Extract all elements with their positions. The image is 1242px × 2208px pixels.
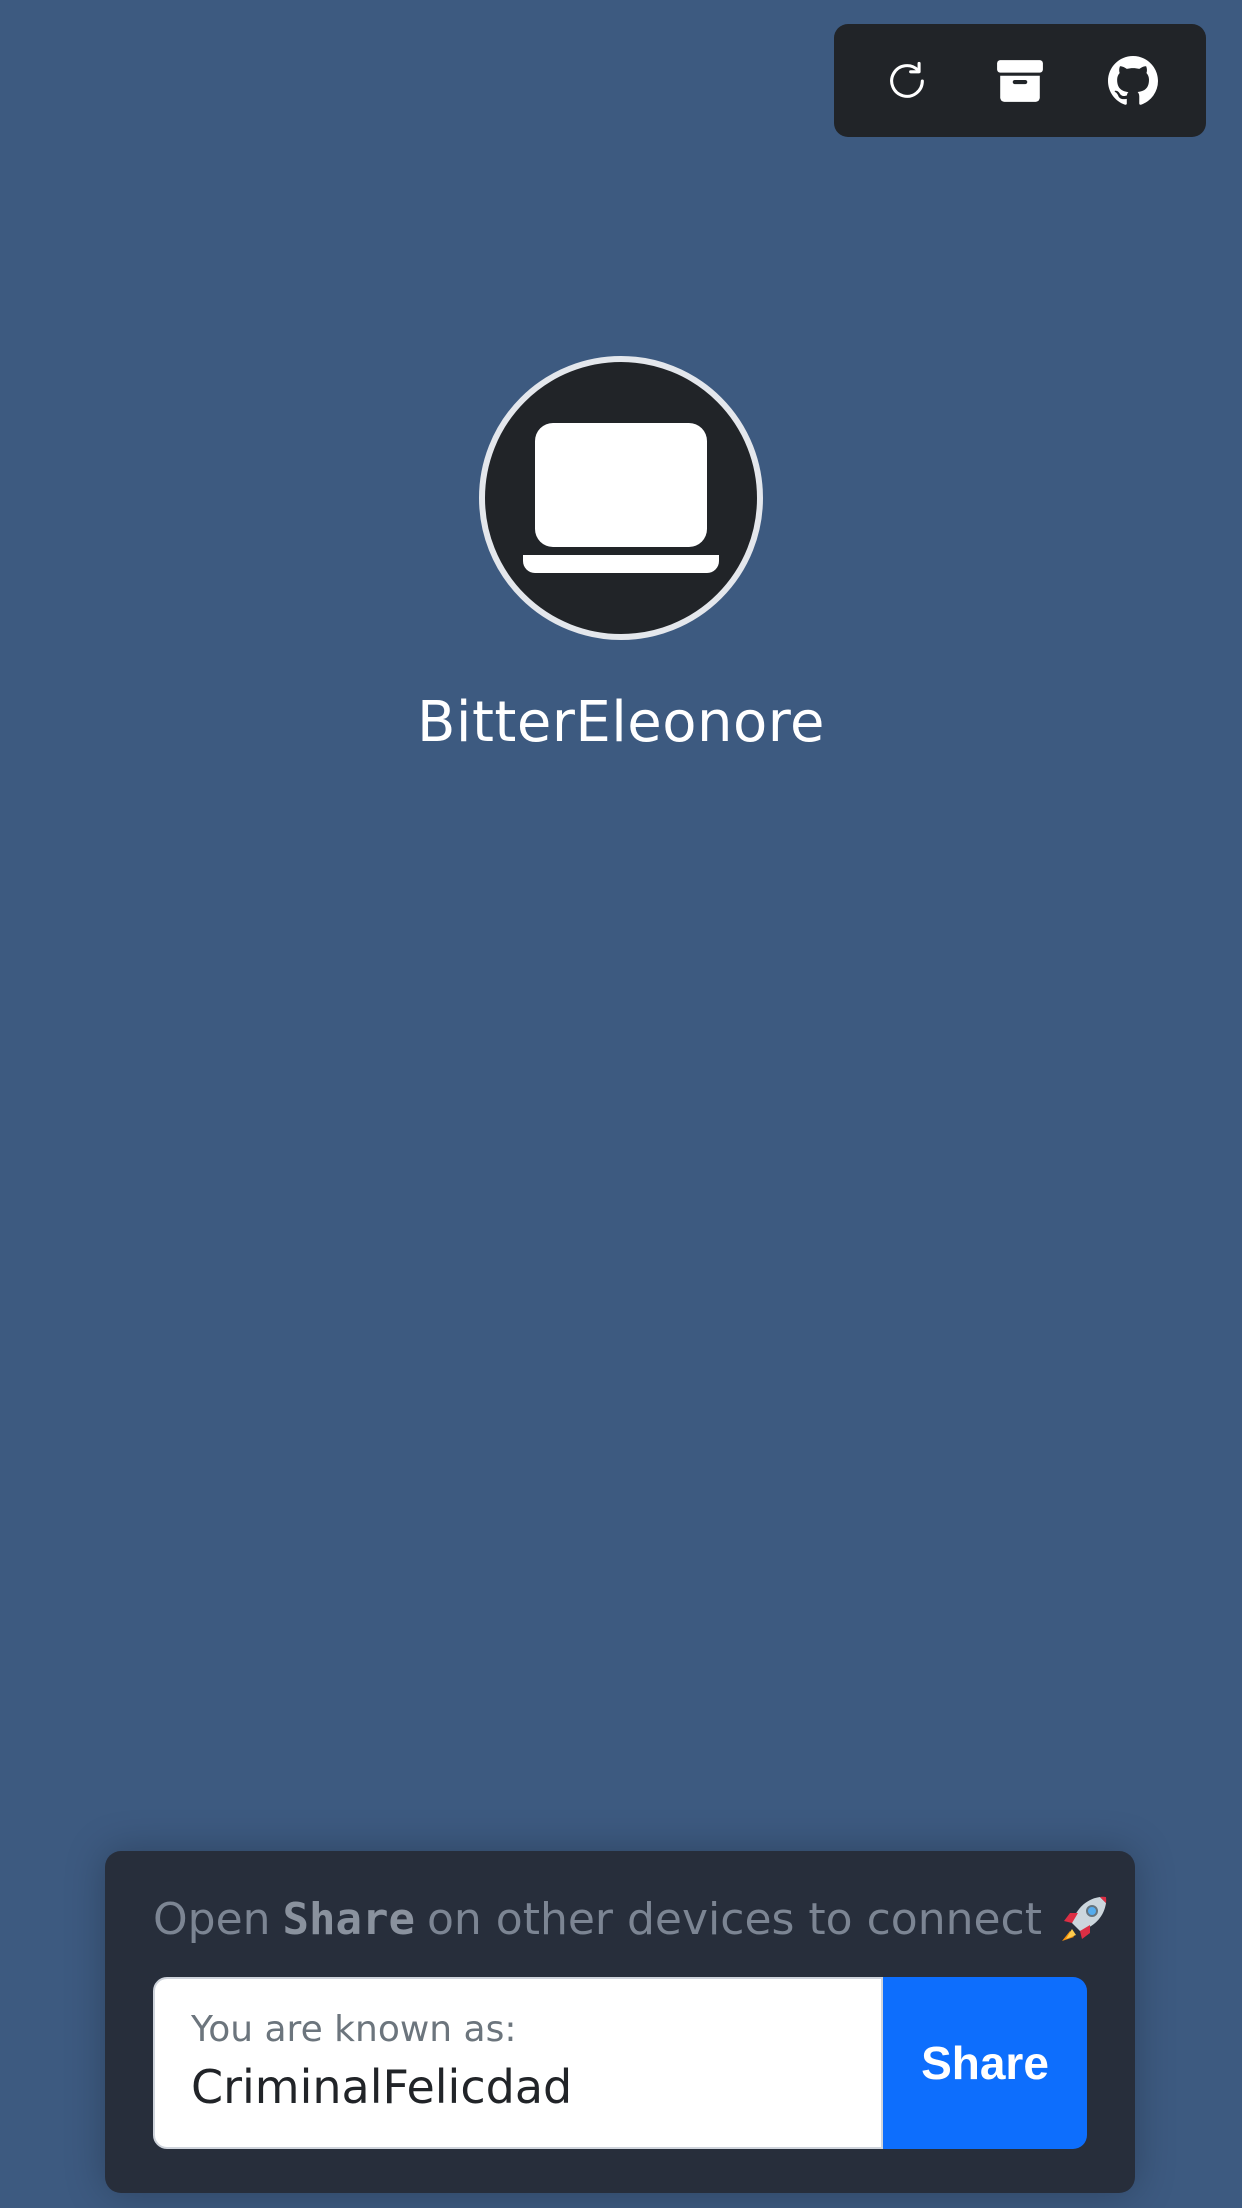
archive-button[interactable] (980, 41, 1060, 121)
refresh-icon (889, 61, 924, 98)
connect-suffix: on other devices to connect (426, 1893, 1042, 1945)
peer-device-button[interactable] (479, 356, 763, 640)
refresh-button[interactable] (867, 41, 947, 121)
display-name-field[interactable]: You are known as: CriminalFelicdad (153, 1977, 883, 2149)
github-icon (1108, 55, 1159, 105)
share-button[interactable]: Share (883, 1977, 1087, 2149)
display-name: CriminalFelicdad (191, 2060, 573, 2114)
archive-icon (997, 59, 1043, 102)
brand-name: Share (282, 1893, 415, 1945)
top-toolbar (834, 24, 1206, 137)
known-as-label: You are known as: (191, 2009, 517, 2050)
peer-name: BitterEleonore (416, 690, 826, 755)
name-row: You are known as: CriminalFelicdad Share (153, 1977, 1087, 2149)
peer-device: BitterEleonore (0, 356, 1242, 755)
connect-prefix: Open (153, 1893, 271, 1945)
connect-instructions: Open Share on other devices to connect (153, 1891, 1107, 1947)
laptop-icon (523, 423, 719, 573)
rocket-icon (1056, 1891, 1112, 1947)
footer-panel: Open Share on other devices to connect Y… (105, 1851, 1135, 2193)
github-button[interactable] (1093, 41, 1173, 121)
